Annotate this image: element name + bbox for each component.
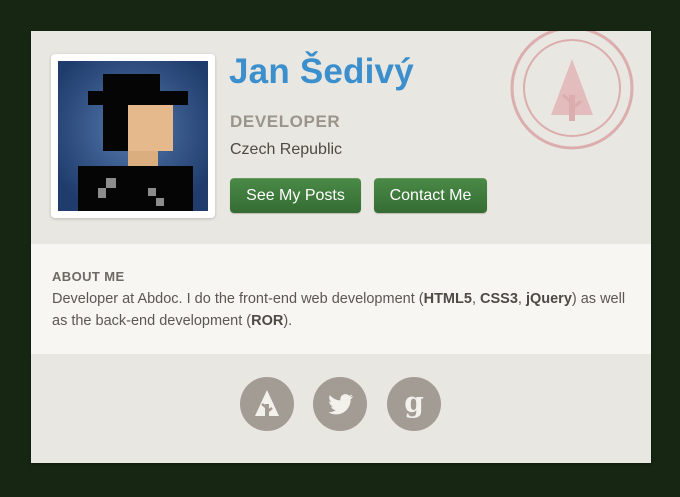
pixel-avatar-icon bbox=[58, 61, 208, 211]
about-skill-jquery: jQuery bbox=[525, 291, 572, 307]
google-icon: g bbox=[404, 386, 424, 419]
contact-me-button[interactable]: Contact Me bbox=[374, 178, 487, 213]
profile-card: Jan Šedivý DEVELOPER Czech Republic See … bbox=[31, 31, 651, 463]
about-title: ABOUT ME bbox=[52, 269, 125, 284]
profile-name: Jan Šedivý bbox=[229, 52, 414, 91]
svg-text:g: g bbox=[404, 386, 424, 419]
profile-location: Czech Republic bbox=[230, 141, 343, 158]
about-text-separator: , bbox=[517, 291, 526, 307]
forrst-stamp-icon bbox=[510, 31, 634, 150]
about-text-part: ). bbox=[283, 313, 293, 329]
profile-role: DEVELOPER bbox=[230, 112, 341, 131]
google-link[interactable]: g bbox=[387, 377, 441, 431]
about-skill-html5: HTML5 bbox=[423, 291, 472, 307]
see-my-posts-button[interactable]: See My Posts bbox=[230, 178, 361, 213]
forrst-link[interactable] bbox=[240, 377, 294, 431]
avatar bbox=[51, 54, 215, 218]
twitter-link[interactable] bbox=[313, 377, 367, 431]
about-text: Developer at Abdoc. I do the front-end w… bbox=[52, 288, 632, 332]
about-skill-ror: ROR bbox=[251, 313, 284, 329]
about-text-part: Developer at Abdoc. I do the front-end w… bbox=[52, 291, 424, 307]
about-text-separator: , bbox=[471, 291, 480, 307]
about-skill-css3: CSS3 bbox=[480, 291, 518, 307]
twitter-icon bbox=[328, 394, 354, 415]
forrst-icon bbox=[255, 390, 279, 419]
about-section: ABOUT ME Developer at Abdoc. I do the fr… bbox=[31, 244, 651, 354]
